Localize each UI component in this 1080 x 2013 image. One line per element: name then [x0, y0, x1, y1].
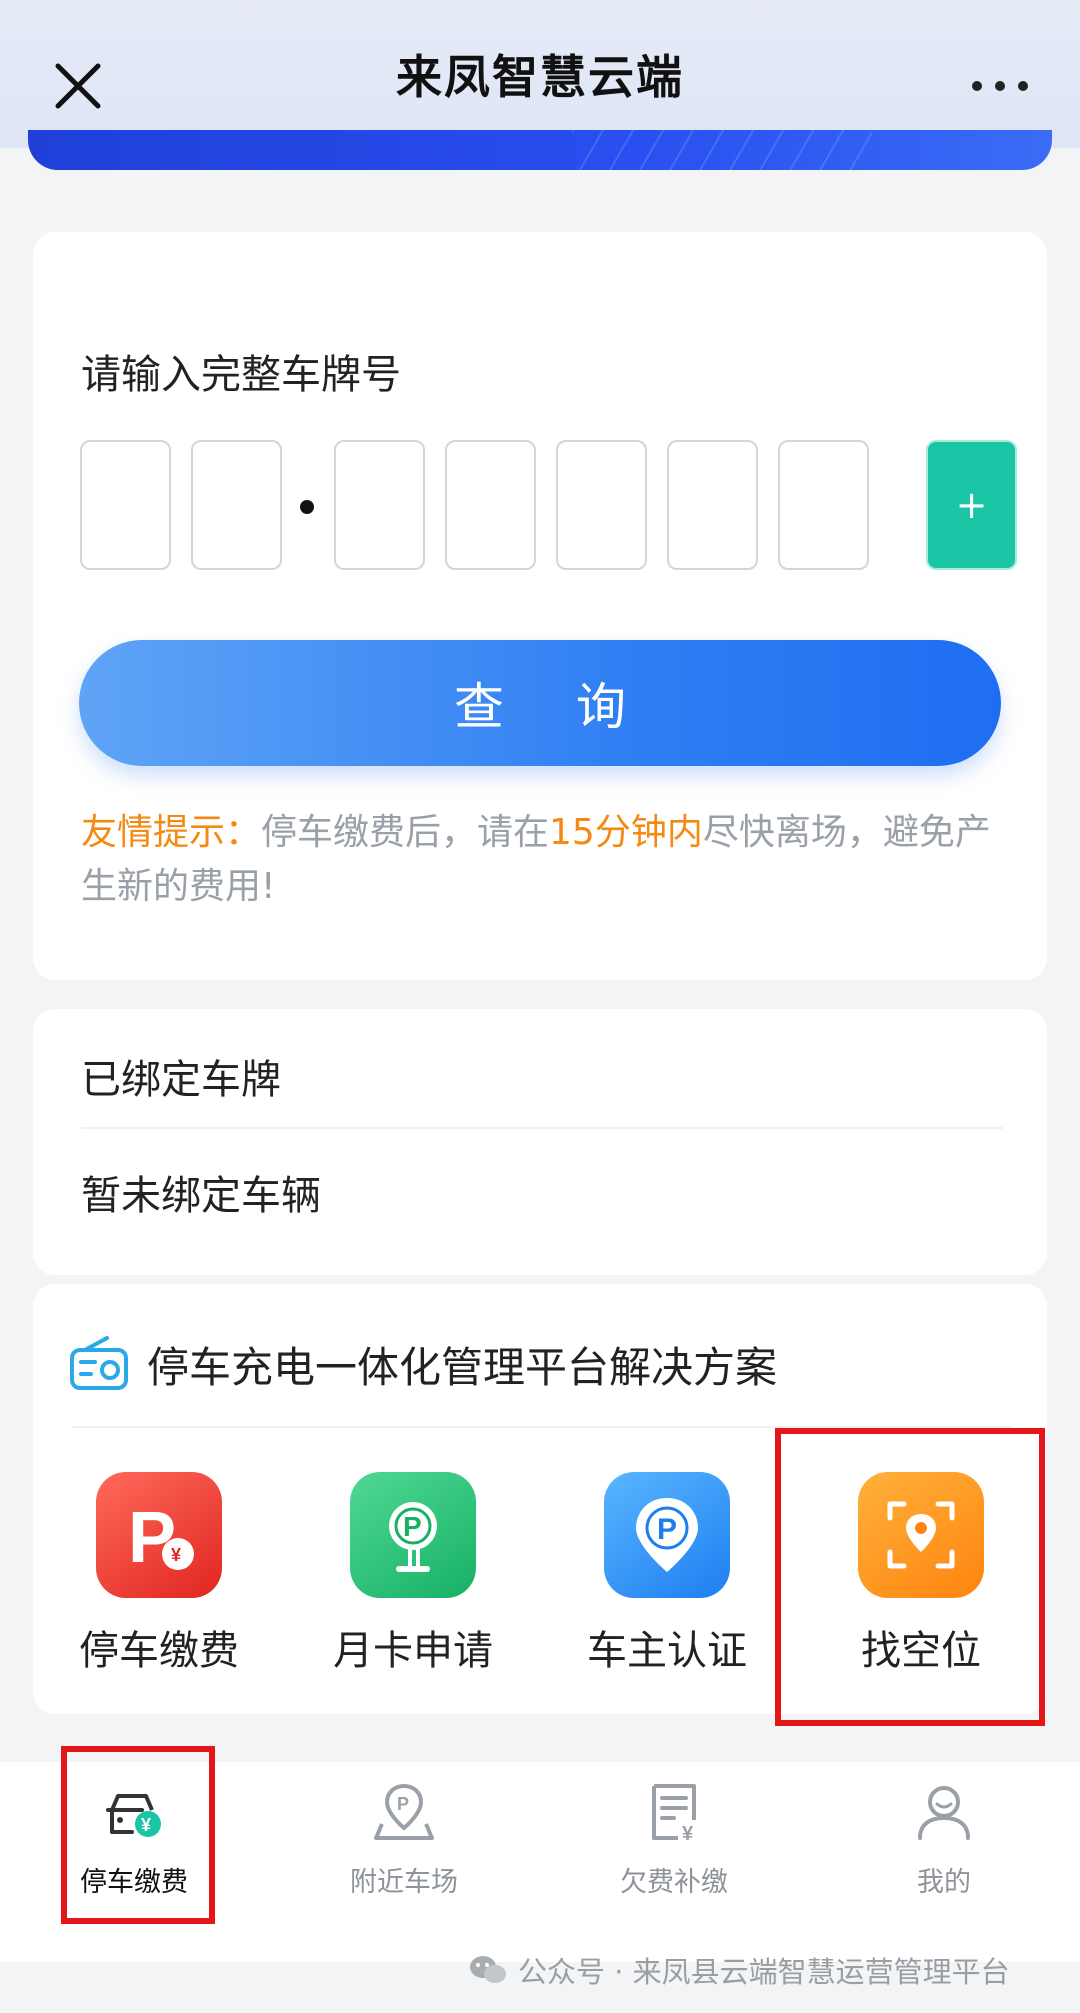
- find-space-icon: [858, 1472, 984, 1598]
- nav-label: 停车缴费: [80, 1867, 188, 1898]
- service-parking-payment[interactable]: P ¥ 停车缴费: [59, 1472, 259, 1674]
- plate-char-box-2[interactable]: [191, 440, 282, 570]
- plate-add-new-energy-button[interactable]: +: [926, 440, 1017, 570]
- banner-image[interactable]: [28, 130, 1052, 170]
- close-icon[interactable]: [52, 60, 104, 112]
- service-monthly-card[interactable]: P 月卡申请: [313, 1472, 513, 1674]
- more-options-icon[interactable]: [972, 74, 1028, 98]
- svg-text:¥: ¥: [682, 1823, 694, 1844]
- services-title: 停车充电一体化管理平台解决方案: [147, 1342, 778, 1392]
- title-bar: 来凤智慧云端: [0, 0, 1080, 148]
- nav-item-profile[interactable]: 我的: [844, 1780, 1044, 1899]
- svg-text:¥: ¥: [141, 1815, 151, 1835]
- profile-icon: [918, 1786, 970, 1840]
- services-header: 停车充电一体化管理平台解决方案: [69, 1334, 777, 1394]
- bound-plates-title: 已绑定车牌: [81, 1057, 281, 1103]
- plate-input-label: 请输入完整车牌号: [81, 352, 401, 398]
- svg-text:P: P: [657, 1513, 677, 1546]
- owner-verify-icon: P: [604, 1472, 730, 1598]
- plate-char-box-6[interactable]: [667, 440, 758, 570]
- nearby-parking-icon: P: [374, 1783, 434, 1840]
- divider: [71, 1426, 1011, 1428]
- nav-label: 欠费补缴: [620, 1867, 728, 1898]
- bound-plates-card: 已绑定车牌 暂未绑定车辆: [33, 1009, 1047, 1275]
- plate-char-box-5[interactable]: [556, 440, 647, 570]
- friendly-tip: 友情提示：停车缴费后，请在15分钟内尽快离场，避免产生新的费用!: [81, 806, 1001, 914]
- service-owner-verify[interactable]: P 车主认证: [567, 1472, 767, 1674]
- nav-label: 我的: [917, 1867, 971, 1898]
- service-label: 找空位: [861, 1628, 981, 1674]
- services-card: 停车充电一体化管理平台解决方案 P ¥ 停车缴费 P 月卡申请 P 车主认证 找…: [33, 1284, 1047, 1714]
- parking-payment-icon: P ¥: [96, 1472, 222, 1598]
- radio-icon: [70, 1336, 128, 1390]
- svg-text:P: P: [403, 1511, 422, 1542]
- plate-char-box-1[interactable]: [80, 440, 171, 570]
- watermark: 公众号 · 来凤县云端智慧运营管理平台: [468, 1948, 1010, 1992]
- query-button[interactable]: 查 询: [79, 640, 1001, 766]
- bottom-navigation: ¥ 停车缴费 P 附近车场 ¥ 欠费补缴 我的: [0, 1762, 1080, 1962]
- svg-text:P: P: [397, 1794, 409, 1814]
- plate-input-row: +: [80, 440, 1020, 570]
- tip-text-1: 停车缴费后，请在: [261, 812, 550, 853]
- plate-query-card: 请输入完整车牌号 + 查 询 友情提示：停车缴费后，请在15分钟内尽快离场，避免…: [33, 232, 1047, 980]
- arrears-bill-icon: ¥: [652, 1784, 696, 1845]
- service-label: 月卡申请: [333, 1628, 493, 1674]
- car-payment-icon: ¥: [106, 1794, 161, 1837]
- nav-label: 附近车场: [350, 1867, 458, 1898]
- monthly-card-icon: P: [350, 1472, 476, 1598]
- wechat-icon: [470, 1956, 506, 1983]
- nav-item-nearby-parking[interactable]: P 附近车场: [304, 1780, 504, 1899]
- tip-highlight: 15分钟内: [549, 812, 703, 853]
- service-label: 车主认证: [587, 1628, 747, 1674]
- tip-prefix: 友情提示：: [81, 812, 262, 853]
- service-find-space[interactable]: 找空位: [821, 1472, 1021, 1674]
- svg-text:¥: ¥: [171, 1545, 181, 1565]
- service-label: 停车缴费: [79, 1628, 239, 1674]
- nav-item-parking-payment[interactable]: ¥ 停车缴费: [34, 1780, 234, 1899]
- plate-separator-dot: [300, 500, 314, 514]
- watermark-text: 公众号 · 来凤县云端智慧运营管理平台: [518, 1955, 1010, 1989]
- plate-char-box-4[interactable]: [445, 440, 536, 570]
- bound-plates-empty-text: 暂未绑定车辆: [81, 1173, 321, 1219]
- plate-char-box-7[interactable]: [778, 440, 869, 570]
- nav-item-arrears[interactable]: ¥ 欠费补缴: [574, 1780, 774, 1899]
- page-title: 来凤智慧云端: [396, 50, 684, 104]
- plate-char-box-3[interactable]: [334, 440, 425, 570]
- divider: [81, 1127, 1003, 1129]
